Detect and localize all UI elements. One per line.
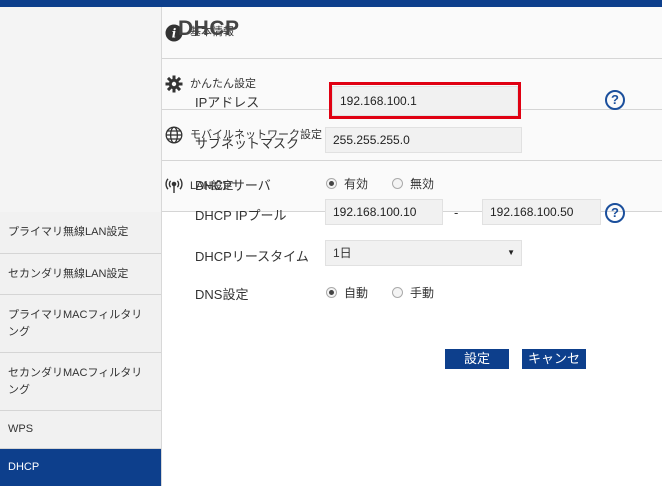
dhcp-server-enable-radio[interactable]: [326, 178, 337, 189]
dns-auto-label: 自動: [344, 286, 369, 300]
sidebar-item-label: WPS: [8, 423, 34, 435]
dhcp-pool-separator: -: [454, 205, 459, 220]
sidebar-item-label: セカンダリMACフィルタリング: [8, 366, 143, 396]
sidebar-item-primary-wlan[interactable]: プライマリ無線LAN設定: [0, 212, 161, 254]
dhcp-server-disable-radio[interactable]: [392, 178, 404, 189]
lease-time-value: 1日: [333, 246, 352, 260]
dns-label: DNS設定: [195, 287, 249, 302]
pool-help-icon[interactable]: ?: [605, 203, 625, 223]
sidebar-item-label: DHCP: [8, 461, 40, 473]
sidebar-item-primary-mac-filter[interactable]: プライマリMACフィルタリング: [0, 295, 161, 353]
chevron-down-icon: ▼: [507, 248, 515, 257]
ip-address-label: IPアドレス: [195, 95, 260, 110]
top-accent-bar: [0, 0, 662, 7]
sidebar: i 基本情報 かんたん設定 モバイルネットワーク設定 LAN設定 プライマリ無線…: [0, 7, 662, 486]
save-button[interactable]: 設定: [445, 349, 509, 369]
sidebar-item-wps[interactable]: WPS: [0, 411, 161, 449]
cancel-button[interactable]: キャンセル: [522, 349, 586, 386]
ip-help-icon[interactable]: ?: [605, 90, 625, 110]
sidebar-item-dhcp[interactable]: DHCP: [0, 449, 161, 486]
ip-address-highlight: [329, 82, 521, 119]
sidebar-item-secondary-mac-filter[interactable]: セカンダリMACフィルタリング: [0, 353, 161, 411]
dhcp-pool-label: DHCP IPプール: [195, 208, 287, 223]
page-title: DHCP: [178, 17, 240, 40]
dhcp-server-label: DHCPサーバ: [195, 178, 271, 193]
dhcp-server-disable-label: 無効: [410, 177, 435, 191]
main-content: DHCP IPアドレス 192.168.100.1 ? サブネットマスク 255…: [162, 7, 662, 486]
dhcp-server-radio-group: 有効 無効: [326, 175, 458, 192]
dhcp-server-enable-label: 有効: [344, 177, 369, 191]
sidebar-item-label: プライマリ無線LAN設定: [8, 226, 129, 238]
lease-time-select[interactable]: 1日 ▼: [325, 240, 522, 266]
subnet-mask-label: サブネットマスク: [195, 136, 300, 151]
dns-auto-radio[interactable]: [326, 287, 337, 298]
title-divider: [178, 58, 632, 59]
sidebar-item-label: プライマリMACフィルタリング: [8, 308, 143, 338]
dhcp-pool-end-input[interactable]: 192.168.100.50: [482, 199, 601, 225]
subnet-mask-input[interactable]: 255.255.255.0: [325, 127, 522, 153]
dns-radio-group: 自動 手動: [326, 284, 458, 301]
dhcp-pool-start-input[interactable]: 192.168.100.10: [325, 199, 443, 225]
lease-time-label: DHCPリースタイム: [195, 249, 309, 264]
sidebar-item-secondary-wlan[interactable]: セカンダリ無線LAN設定: [0, 254, 161, 295]
dns-manual-radio[interactable]: [392, 287, 404, 298]
dns-manual-label: 手動: [410, 286, 435, 300]
sidebar-item-label: セカンダリ無線LAN設定: [8, 267, 129, 280]
